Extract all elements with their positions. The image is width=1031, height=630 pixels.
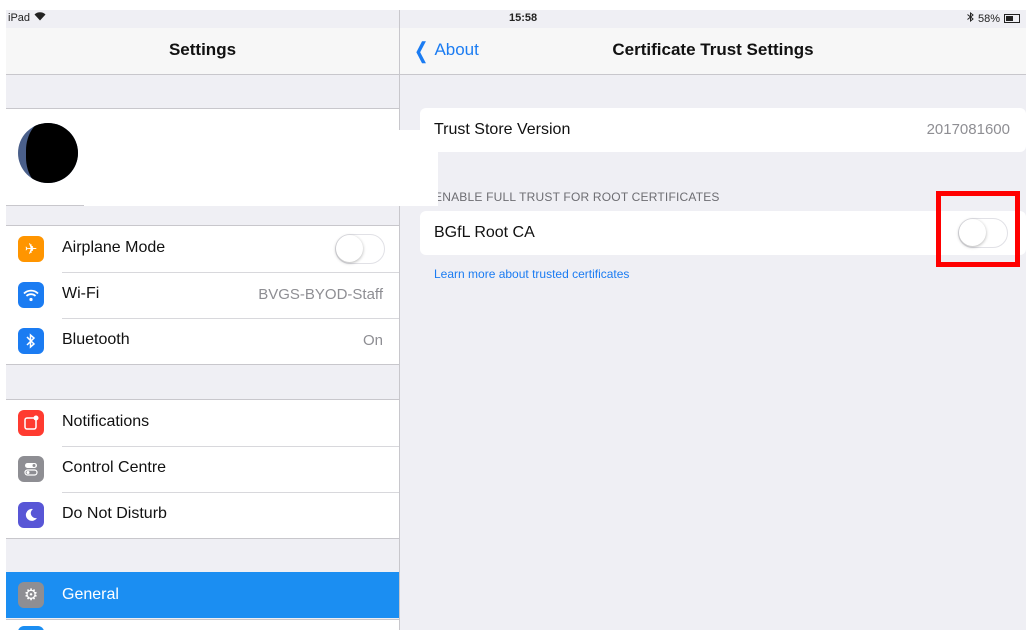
bluetooth-status: On: [362, 332, 383, 349]
sidebar-title: Settings: [168, 40, 237, 59]
wifi-icon: [18, 282, 44, 308]
sidebar-item-label: Do Not Disturb: [62, 505, 167, 522]
airplane-icon: ✈: [18, 236, 44, 262]
wifi-network-name: BVGS-BYOD-Staff: [258, 286, 383, 303]
avatar: [18, 123, 78, 183]
trust-store-label: Trust Store Version: [434, 121, 571, 138]
sidebar-nav-bar: Settings: [6, 28, 399, 75]
connectivity-group: ✈ Airplane Mode Wi-Fi BVGS-BYOD-Staff Bl…: [6, 225, 399, 365]
trust-store-version-row: Trust Store Version 2017081600: [420, 108, 1026, 152]
sidebar-item-control-centre[interactable]: Control Centre: [6, 446, 399, 492]
toggle-knob: [336, 235, 363, 262]
redaction-blot: [26, 123, 78, 183]
battery-icon: [1004, 14, 1020, 23]
device-label: iPad: [8, 12, 31, 24]
learn-more-link[interactable]: Learn more about trusted certificates: [434, 267, 629, 281]
sidebar-item-wifi[interactable]: Wi-Fi BVGS-BYOD-Staff: [6, 272, 399, 318]
trust-store-value: 2017081600: [926, 121, 1010, 138]
battery-percent: 58%: [977, 12, 1000, 25]
detail-pane: ❮ About Certificate Trust Settings Trust…: [400, 10, 1026, 630]
gear-icon: ⚙: [18, 582, 44, 608]
sidebar-item-partial[interactable]: [6, 619, 399, 630]
ipad-screen: Settings ✈ Airplane Mode Wi-Fi BVGS-BYOD…: [6, 10, 1026, 630]
sidebar-item-airplane-mode[interactable]: ✈ Airplane Mode: [6, 226, 399, 272]
status-left: iPad: [8, 12, 46, 24]
notifications-icon: [18, 410, 44, 436]
page-title: Certificate Trust Settings: [612, 40, 814, 59]
status-right: 58%: [967, 11, 1020, 25]
certificate-label: BGfL Root CA: [434, 224, 535, 241]
status-time: 15:58: [509, 12, 538, 24]
control-centre-icon: [18, 456, 44, 482]
section-header: ENABLE FULL TRUST FOR ROOT CERTIFICATES: [434, 190, 720, 204]
display-icon: [18, 626, 44, 630]
sidebar-item-bluetooth[interactable]: Bluetooth On: [6, 318, 399, 364]
sidebar-item-general[interactable]: ⚙ General: [6, 572, 399, 618]
airplane-mode-toggle[interactable]: [335, 234, 385, 264]
sidebar-item-label: Bluetooth: [62, 331, 130, 348]
status-bar: iPad 15:58 58%: [6, 10, 1026, 28]
sidebar-item-do-not-disturb[interactable]: Do Not Disturb: [6, 492, 399, 538]
bluetooth-status-icon: [967, 11, 974, 25]
sidebar-item-label: Airplane Mode: [62, 239, 166, 256]
highlight-box: [936, 191, 1020, 267]
redaction-box: [84, 130, 438, 206]
sidebar-item-label: Notifications: [62, 413, 150, 430]
sidebar-item-notifications[interactable]: Notifications: [6, 400, 399, 446]
detail-nav-bar: ❮ About Certificate Trust Settings: [400, 28, 1026, 75]
sidebar-item-label: Wi-Fi: [62, 285, 100, 302]
bluetooth-icon: [18, 328, 44, 354]
sidebar-item-label: General: [62, 586, 119, 603]
moon-icon: [18, 502, 44, 528]
settings-sidebar: Settings ✈ Airplane Mode Wi-Fi BVGS-BYOD…: [6, 10, 400, 630]
wifi-signal-icon: [34, 12, 46, 24]
notifications-group: Notifications Control Centre Do Not Dist…: [6, 399, 399, 539]
top-strip: [0, 0, 1031, 10]
sidebar-item-label: Control Centre: [62, 459, 167, 476]
